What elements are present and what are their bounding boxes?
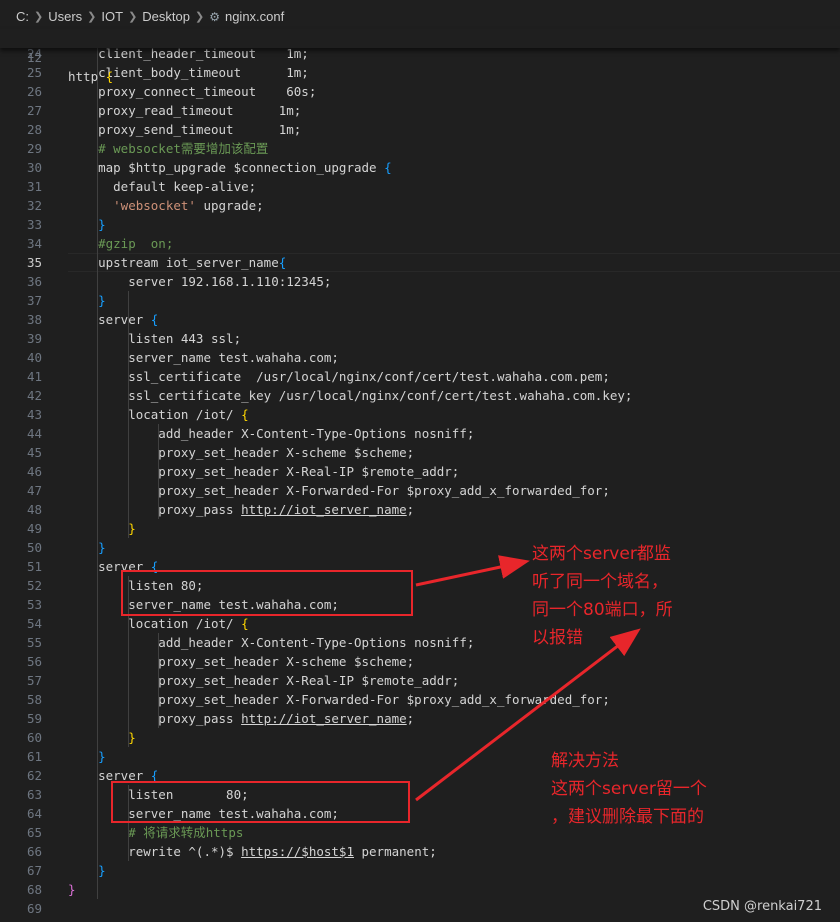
annotation-line: 这两个server留一个 <box>551 779 707 799</box>
annotation-line: ，建议删除最下面的 <box>551 807 704 827</box>
sticky-scroll-line[interactable]: 12 http { <box>0 29 840 84</box>
annotation-line: 解决方法 <box>551 751 619 771</box>
watermark: CSDN @renkai721 <box>702 899 822 914</box>
annotation-line: 这两个server都监 <box>532 544 671 564</box>
arrow-to-note1 <box>415 555 530 587</box>
line-number: 12 <box>26 50 42 65</box>
annotation-solution: 解决方法 这两个server留一个 ，建议删除最下面的 <box>551 747 707 831</box>
annotation-arrows <box>415 555 641 802</box>
annotation-error-explanation: 这两个server都监 听了同一个域名， 同一个80端口，所 以报错 <box>532 540 673 652</box>
annotation-line: 听了同一个域名， <box>532 572 668 592</box>
annotation-line: 同一个80端口，所 <box>532 600 673 620</box>
annotation-line: 以报错 <box>532 628 583 648</box>
code-text: http { <box>68 69 114 84</box>
